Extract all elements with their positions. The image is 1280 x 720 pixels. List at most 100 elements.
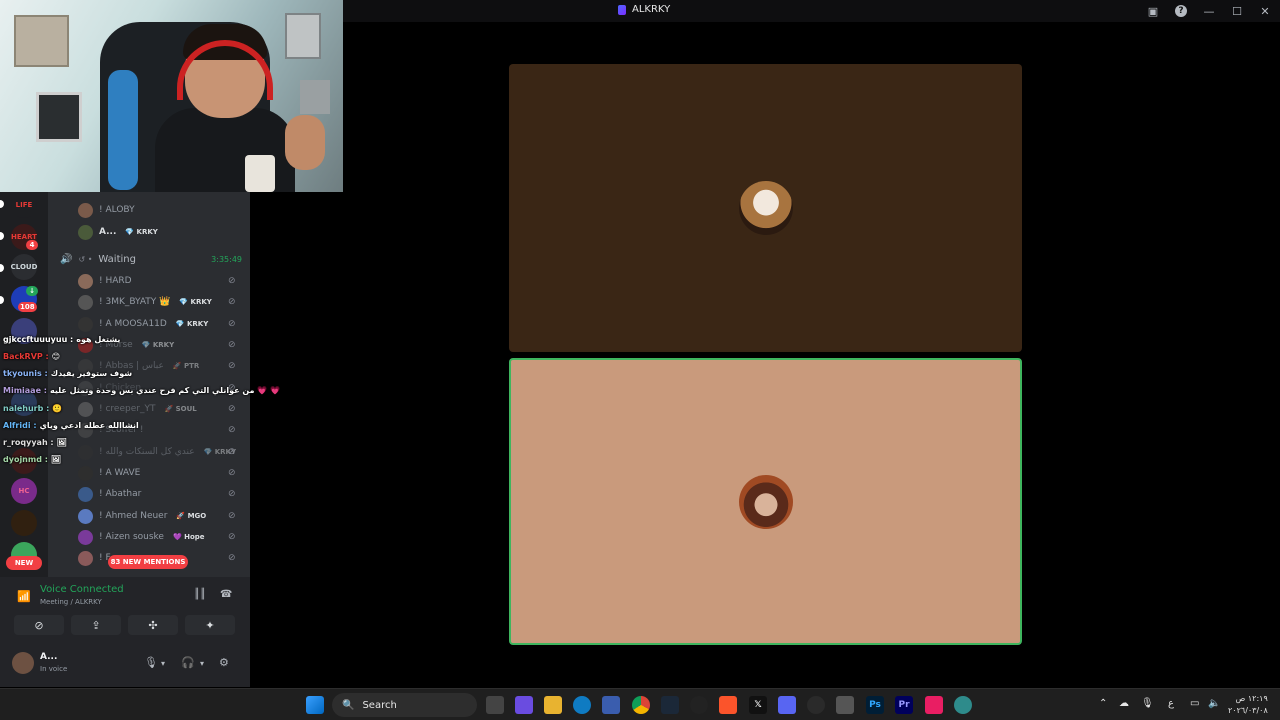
user-name: A... xyxy=(40,652,58,662)
server-icon-cloud[interactable]: CLOUD xyxy=(11,254,37,280)
system-clock[interactable]: ١٢:١٩ ص ٢٠٢٦/٠٣/٠٨ xyxy=(1228,693,1268,717)
server-badge-green: ↓ xyxy=(26,286,38,296)
premiere-icon[interactable]: Pr xyxy=(895,696,913,714)
microphone-icon[interactable]: 🎙 xyxy=(1141,698,1154,709)
deafened-icon: ⊘ xyxy=(228,511,236,521)
voice-user[interactable]: ! 3MK_BYATY 👑 💎 KRKY xyxy=(78,292,212,312)
title-bar: ALKRKY ▣ ? — ☐ ✕ xyxy=(343,0,1280,22)
help-icon[interactable]: ? xyxy=(1172,3,1190,19)
network-icon[interactable]: ▭ xyxy=(1190,698,1199,709)
soundboard-button[interactable]: ✦ xyxy=(185,615,235,635)
search-icon: 🔍 xyxy=(342,699,355,711)
microphone-icon[interactable]: 🎙 xyxy=(144,656,158,669)
discord-icon[interactable] xyxy=(778,696,796,714)
screen-share-button[interactable]: ⇪ xyxy=(71,615,121,635)
tiktok-icon[interactable] xyxy=(925,696,943,714)
server-unread-pill xyxy=(0,296,4,304)
store-icon[interactable] xyxy=(602,696,620,714)
language-indicator[interactable]: ع xyxy=(1168,698,1174,709)
app-icon[interactable] xyxy=(807,696,825,714)
taskbar-search[interactable]: 🔍 Search xyxy=(332,693,477,717)
deafened-icon: ⊘ xyxy=(228,404,236,414)
voice-user[interactable]: ! عندي كل السنكات والله 💎 KRKY xyxy=(78,442,236,462)
chrome-icon[interactable] xyxy=(632,696,650,714)
chat-message: BackRVP : 😊 xyxy=(3,351,61,361)
task-view-icon[interactable] xyxy=(486,696,504,714)
volume-icon[interactable]: 🔈 xyxy=(1208,698,1220,709)
maximize-button[interactable]: ☐ xyxy=(1228,3,1246,19)
window-title-text: ALKRKY xyxy=(632,4,671,15)
avatar[interactable] xyxy=(12,652,34,674)
x-icon[interactable]: 𝕏 xyxy=(749,696,767,714)
voice-user[interactable]: ! F xyxy=(78,548,111,568)
avatar xyxy=(78,486,93,502)
chevron-down-icon[interactable]: ▾ xyxy=(161,659,165,668)
inbox-icon[interactable]: ▣ xyxy=(1144,3,1162,19)
chat-message: Alfridi : انشاالله عطله ادعي وياي xyxy=(3,420,139,430)
gear-icon[interactable]: ⚙ xyxy=(219,656,229,669)
cloud-icon[interactable]: ☁ xyxy=(1119,698,1129,709)
voice-user[interactable]: ! Aizen souske 💜 Hope xyxy=(78,527,205,547)
app-icon[interactable] xyxy=(836,696,854,714)
server-icon-heartcraft[interactable]: HC xyxy=(11,478,37,504)
voice-channel-path[interactable]: Meeting / ALKRKY xyxy=(40,598,102,606)
voice-user[interactable]: A... 💎 KRKY xyxy=(78,222,158,242)
server-badge: 4 xyxy=(26,240,38,250)
chevron-up-icon[interactable]: ⌃ xyxy=(1099,698,1107,709)
voice-user[interactable]: ! ALOBY xyxy=(78,200,135,220)
camera-off-button[interactable]: ⊘ xyxy=(14,615,64,635)
gaming-chair-side xyxy=(108,70,138,190)
wall-plaque xyxy=(300,80,330,114)
minimize-button[interactable]: — xyxy=(1200,3,1218,19)
voice-participant-tile[interactable] xyxy=(509,64,1022,352)
avatar xyxy=(78,273,93,289)
chat-message: tkyounis : شوف ستوفير يفيدك xyxy=(3,368,133,378)
voice-user[interactable]: ! A MOOSA11D 💎 KRKY xyxy=(78,314,208,334)
steam-icon[interactable] xyxy=(661,696,679,714)
photoshop-icon[interactable]: Ps xyxy=(866,696,884,714)
server-unread-pill xyxy=(0,264,4,272)
deafened-icon: ⊘ xyxy=(228,319,236,329)
deafened-icon: ⊘ xyxy=(228,447,236,457)
headphones-icon[interactable]: 🎧 xyxy=(181,656,195,669)
user-panel: A... In voice 🎙 ▾ 🎧 ▾ ⚙ xyxy=(0,642,250,687)
deafened-icon: ⊘ xyxy=(228,297,236,307)
user-status: In voice xyxy=(40,665,68,673)
voice-user[interactable]: ! Abathar xyxy=(78,484,141,504)
voice-user[interactable]: ! A WAVE xyxy=(78,463,140,483)
avatar xyxy=(78,224,93,240)
obs-icon[interactable] xyxy=(690,696,708,714)
chevron-down-icon[interactable]: ▾ xyxy=(200,659,204,668)
windows-start-icon[interactable] xyxy=(306,696,324,714)
brave-icon[interactable] xyxy=(719,696,737,714)
wall-plaque xyxy=(14,15,69,67)
new-unreads-button[interactable]: NEW xyxy=(6,556,42,570)
voice-participant-tile-speaking[interactable] xyxy=(509,358,1022,645)
cup xyxy=(245,155,275,192)
connection-signal-icon[interactable]: 📶 xyxy=(17,590,31,603)
voice-status[interactable]: Voice Connected xyxy=(40,584,124,595)
app-icon[interactable] xyxy=(954,696,972,714)
chat-message: nalehurb : 🙂 xyxy=(3,403,63,413)
webcam-overlay xyxy=(0,0,343,192)
participant-avatar xyxy=(738,474,793,529)
activities-button[interactable]: ✣ xyxy=(128,615,178,635)
avatar xyxy=(78,465,93,481)
close-button[interactable]: ✕ xyxy=(1256,3,1274,19)
noise-suppression-icon[interactable]: ║║ xyxy=(194,589,206,600)
disconnect-icon[interactable]: ☎ xyxy=(220,589,232,600)
new-mentions-button[interactable]: 83 NEW MENTIONS xyxy=(108,555,188,569)
deafened-icon: ⊘ xyxy=(228,532,236,542)
file-explorer-icon[interactable] xyxy=(544,696,562,714)
chat-message: dyojnmd : 🖼 xyxy=(3,454,62,464)
avatar xyxy=(78,550,93,566)
server-icon[interactable] xyxy=(11,510,37,536)
copilot-icon[interactable] xyxy=(515,696,533,714)
voice-user[interactable]: ! HARD xyxy=(78,271,132,291)
voice-user[interactable]: ! Ahmed Neuer 🚀 MGO xyxy=(78,506,206,526)
voice-channel-waiting[interactable]: 🔊 ↺ • Waiting 3:35:49 xyxy=(60,251,242,267)
window-title: ALKRKY xyxy=(618,4,670,15)
voice-user[interactable]: ! creeper_YT 🚀 SOUL xyxy=(78,399,197,419)
edge-icon[interactable] xyxy=(573,696,591,714)
server-icon-life[interactable]: LIFE xyxy=(11,192,37,218)
